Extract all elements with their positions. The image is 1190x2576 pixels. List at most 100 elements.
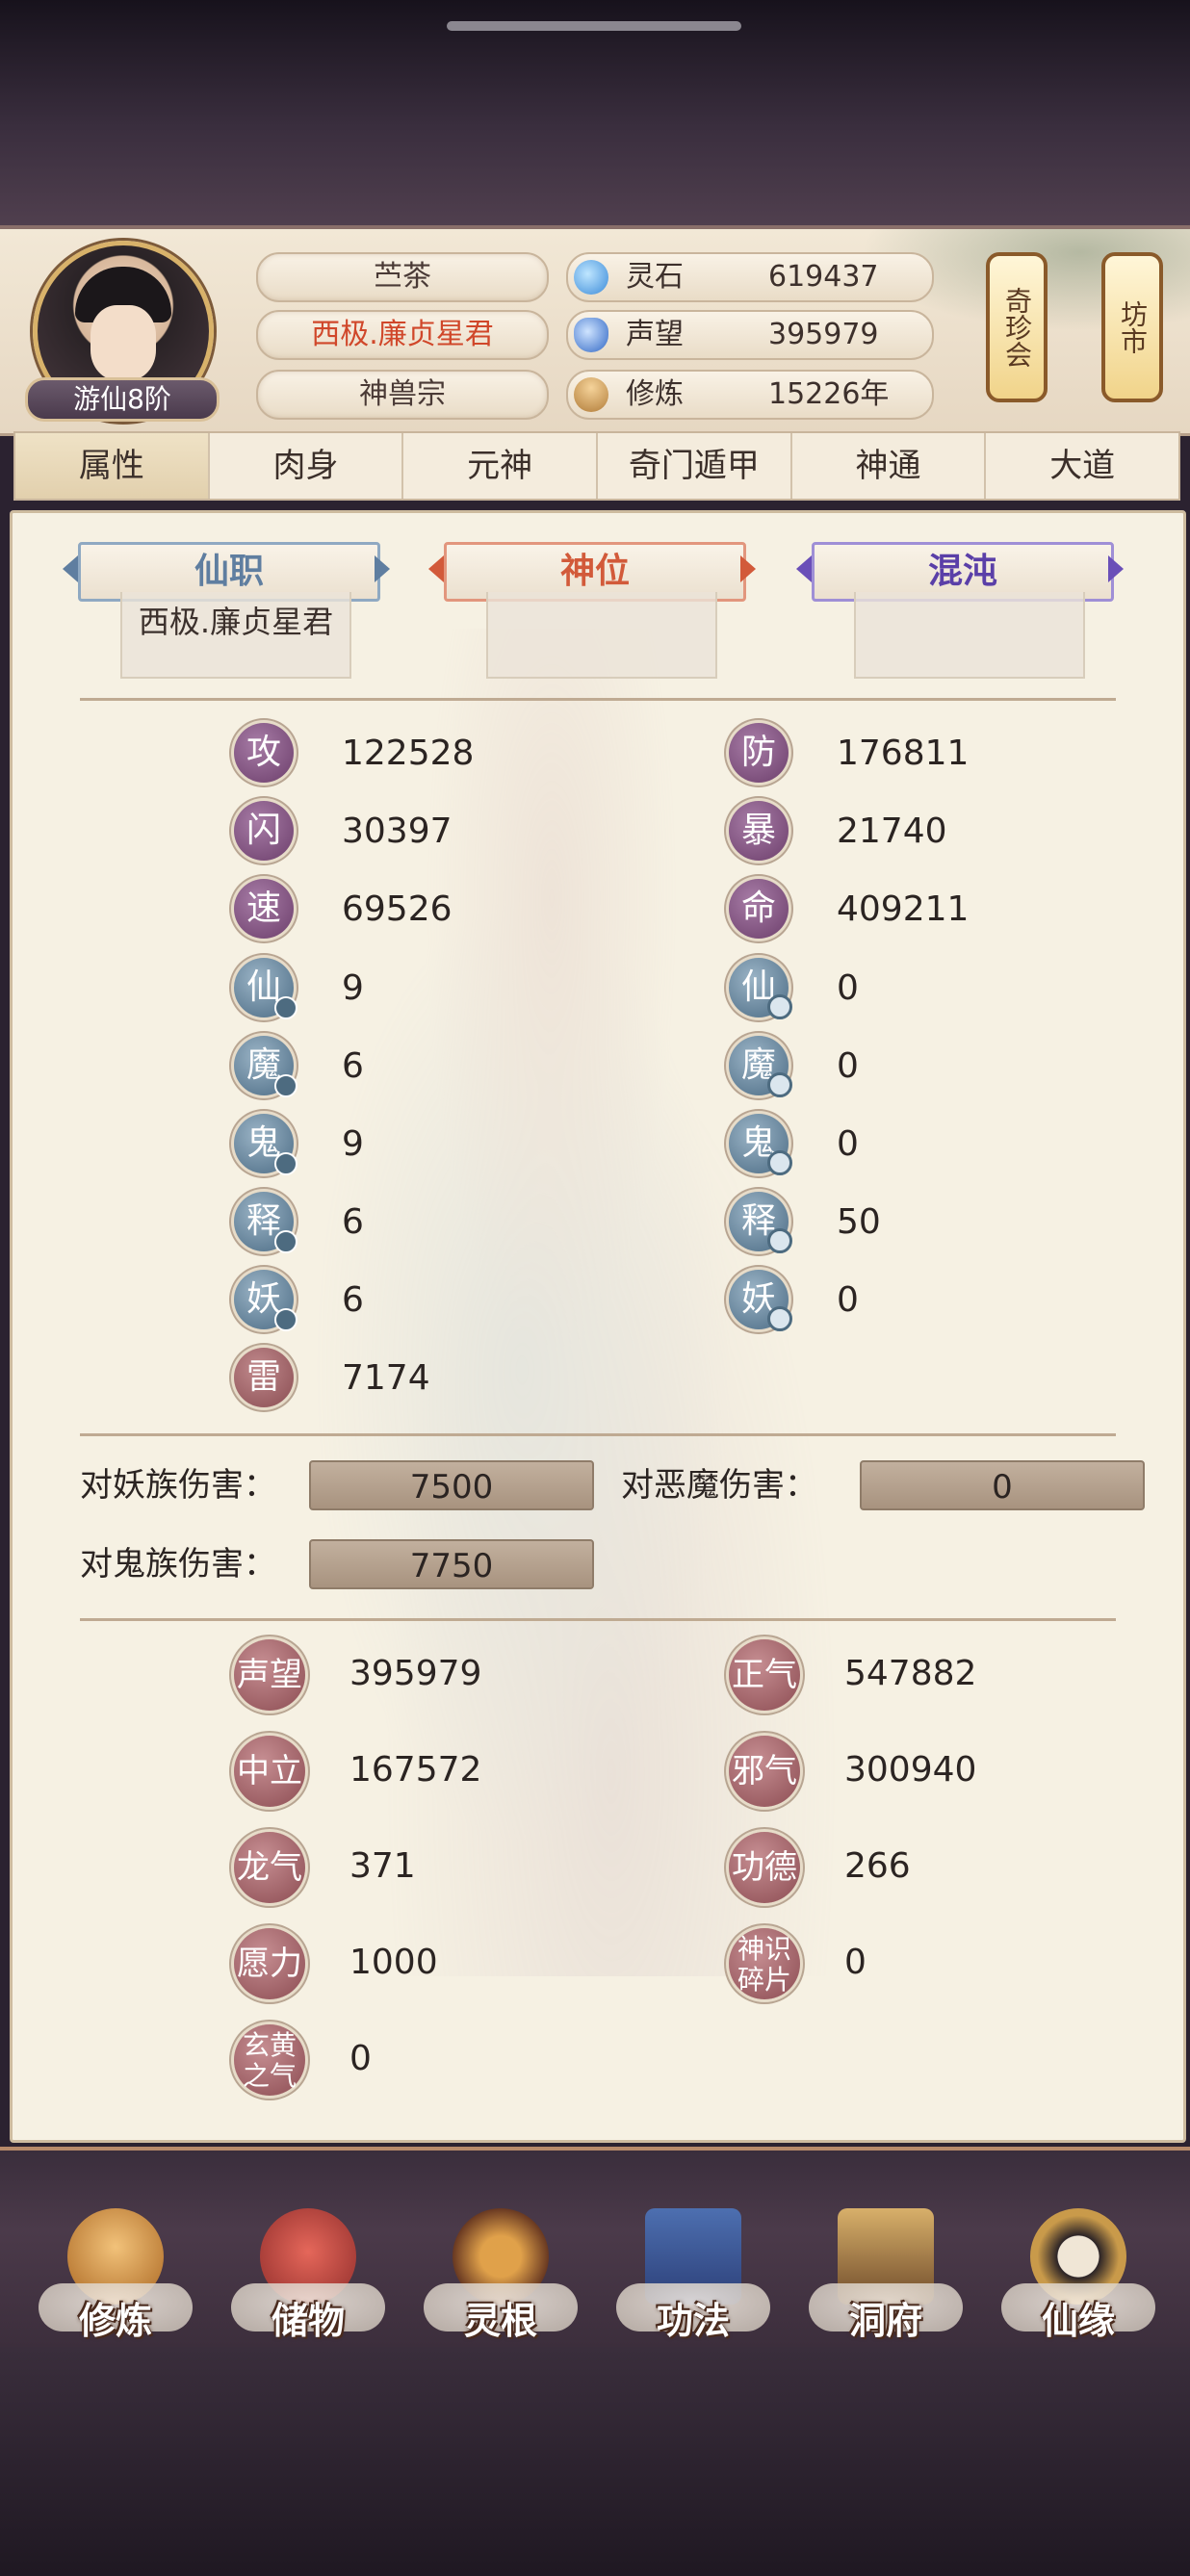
nav-cave[interactable]: 洞府 <box>809 2208 963 2343</box>
stat-value: 6 <box>342 1046 364 1086</box>
damage-label: 对鬼族伤害： <box>80 1545 276 1584</box>
crit-icon: 暴 <box>729 801 789 861</box>
nav-cultivate[interactable]: 修炼 <box>39 2208 193 2343</box>
resource-reputation[interactable]: 声望 395979 <box>566 310 934 360</box>
bottom-background <box>0 2347 1190 2576</box>
tab-dao[interactable]: 大道 <box>986 433 1178 499</box>
shield-dot-icon <box>767 1306 792 1331</box>
damage-vs-demons: 对恶魔伤害： 0 <box>621 1460 1145 1510</box>
resource-label: 声望 <box>626 318 684 351</box>
resource-label: 修炼 <box>626 377 684 411</box>
top-background <box>0 0 1190 231</box>
nav-fate[interactable]: 仙缘 <box>1001 2208 1155 2343</box>
extra-value: 0 <box>844 1943 867 1982</box>
extra-value: 1000 <box>349 1943 438 1982</box>
extra-value: 0 <box>349 2039 372 2078</box>
position-divine-seat[interactable]: 神位 <box>428 542 756 602</box>
attributes-panel: 仙职 西极.廉贞星君 神位 混沌 攻 122528 闪 30397 速 6952… <box>10 510 1186 2143</box>
tab-bar: 属性 肉身 元神 奇门遁甲 神通 大道 <box>13 431 1180 501</box>
resource-cultivation[interactable]: 修炼 15226年 <box>566 370 934 420</box>
nav-label: 洞府 <box>848 2300 922 2342</box>
xuanhuang-badge: 玄黄之气 <box>234 2024 305 2096</box>
nav-techniques[interactable]: 功法 <box>616 2208 770 2343</box>
nav-spirit-root[interactable]: 灵根 <box>424 2208 578 2343</box>
stat-value: 9 <box>342 968 364 1008</box>
bottom-nav: 修炼 储物 灵根 功法 洞府 仙缘 <box>0 2147 1190 2349</box>
buddha-icon: 释 <box>729 1192 792 1253</box>
stat-value: 409211 <box>837 889 970 929</box>
resource-spirit-stone[interactable]: 灵石 619437 <box>566 252 934 302</box>
extra-value: 371 <box>349 1846 416 1886</box>
stat-value: 0 <box>837 1046 859 1086</box>
treasure-fair-button[interactable]: 奇珍会 <box>986 252 1048 402</box>
avatar-face <box>91 305 156 380</box>
stat-value: 6 <box>342 1280 364 1320</box>
extra-value: 395979 <box>349 1654 482 1693</box>
resource-value: 395979 <box>768 318 879 351</box>
home-indicator <box>447 21 741 31</box>
shield-dot-icon <box>767 1150 792 1175</box>
stat-value: 0 <box>837 1280 859 1320</box>
righteous-badge: 正气 <box>729 1639 800 1711</box>
info-dot-icon <box>274 1074 298 1097</box>
player-sect[interactable]: 神兽宗 <box>256 370 549 420</box>
tab-spirit[interactable]: 元神 <box>403 433 599 499</box>
divider <box>80 1618 1116 1621</box>
market-button[interactable]: 坊市 <box>1101 252 1163 402</box>
reputation-icon <box>574 318 608 352</box>
player-name[interactable]: 苎茶 <box>256 252 549 302</box>
rank-badge: 游仙8阶 <box>25 377 220 422</box>
shield-dot-icon <box>767 1228 792 1253</box>
tab-body[interactable]: 肉身 <box>210 433 404 499</box>
nav-label: 灵根 <box>463 2300 537 2342</box>
neutral-badge: 中立 <box>234 1736 305 1807</box>
stat-value: 69526 <box>342 889 453 929</box>
position-value-empty <box>486 592 717 679</box>
position-value-empty <box>854 592 1085 679</box>
nav-label: 功法 <box>656 2300 730 2342</box>
spirit-stone-icon <box>574 260 608 295</box>
dragon-qi-badge: 龙气 <box>234 1832 305 1903</box>
immortal-icon: 仙 <box>729 958 792 1019</box>
player-title[interactable]: 西极.廉贞星君 <box>256 310 549 360</box>
extra-value: 167572 <box>349 1750 482 1790</box>
divider <box>80 1433 1116 1436</box>
speed-icon: 速 <box>234 879 294 939</box>
tab-qimen[interactable]: 奇门遁甲 <box>598 433 792 499</box>
attack-icon: 攻 <box>234 723 294 783</box>
position-value: 西极.廉贞星君 <box>120 592 351 679</box>
position-chaos[interactable]: 混沌 <box>796 542 1124 602</box>
cultivation-icon <box>574 377 608 412</box>
shield-dot-icon <box>767 1072 792 1097</box>
nav-storage[interactable]: 储物 <box>231 2208 385 2343</box>
stat-value: 21740 <box>837 811 947 851</box>
stat-value: 0 <box>837 1124 859 1164</box>
stat-value: 7174 <box>342 1358 430 1398</box>
divider <box>80 698 1116 701</box>
stat-value: 30397 <box>342 811 453 851</box>
demon-icon: 魔 <box>729 1036 792 1097</box>
stat-value: 0 <box>837 968 859 1008</box>
resource-label: 灵石 <box>626 260 684 294</box>
position-immortal-office[interactable]: 仙职 <box>63 542 390 602</box>
resource-value: 619437 <box>768 260 879 294</box>
ghost-icon: 鬼 <box>729 1114 792 1175</box>
damage-value-bar: 0 <box>860 1460 1145 1510</box>
info-dot-icon <box>274 996 298 1019</box>
tab-attributes[interactable]: 属性 <box>15 433 210 499</box>
nav-label: 储物 <box>271 2300 345 2342</box>
evil-badge: 邪气 <box>729 1736 800 1807</box>
monster-icon: 妖 <box>729 1270 792 1331</box>
resource-value: 15226年 <box>768 377 890 411</box>
damage-value-bar: 7500 <box>309 1460 594 1510</box>
info-dot-icon <box>274 1152 298 1175</box>
stat-value: 50 <box>837 1202 881 1242</box>
wish-power-badge: 愿力 <box>234 1928 305 1999</box>
extra-value: 547882 <box>844 1654 977 1693</box>
tab-powers[interactable]: 神通 <box>792 433 987 499</box>
dodge-icon: 闪 <box>234 801 294 861</box>
life-icon: 命 <box>729 879 789 939</box>
reputation-badge: 声望 <box>234 1639 305 1711</box>
info-dot-icon <box>274 1230 298 1253</box>
damage-label: 对妖族伤害： <box>80 1466 276 1505</box>
